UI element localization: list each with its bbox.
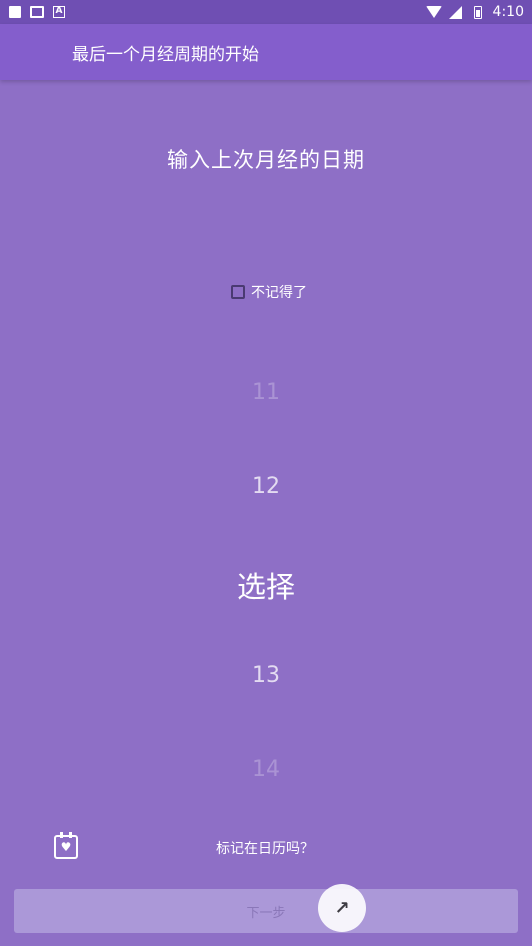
app-a-icon: A [52,5,66,19]
next-button[interactable]: 下一步 [14,889,518,933]
status-left-icons: A [8,5,66,19]
notification-icon [8,5,22,19]
calendar-heart-icon[interactable]: ♥ [54,832,78,859]
status-bar: A 4:10 [0,0,532,24]
picker-item[interactable]: 13 [0,663,532,688]
forgot-date-label: 不记得了 [251,285,307,301]
picker-selected-item[interactable]: 选择 [0,564,532,606]
battery-icon [471,5,485,19]
mark-calendar-question[interactable]: 标记在日历吗？ [216,838,314,858]
status-time: 4:10 [492,4,524,20]
checkbox-box[interactable] [231,285,245,299]
picker-item[interactable]: 12 [0,474,532,499]
wifi-icon [425,5,442,19]
forgot-date-checkbox[interactable]: 不记得了 [231,282,307,302]
picker-item[interactable]: 11 [0,380,532,405]
photo-icon [30,5,44,19]
picker-item[interactable]: 14 [0,757,532,782]
watermark-logo-icon: ↗ [318,884,366,932]
signal-icon [449,5,463,19]
page-heading: 输入上次月经的日期 [167,148,365,172]
app-bar-title: 最后一个月经周期的开始 [72,44,259,65]
app-bar: 最后一个月经周期的开始 [0,24,532,80]
status-right-icons: 4:10 [425,4,524,20]
